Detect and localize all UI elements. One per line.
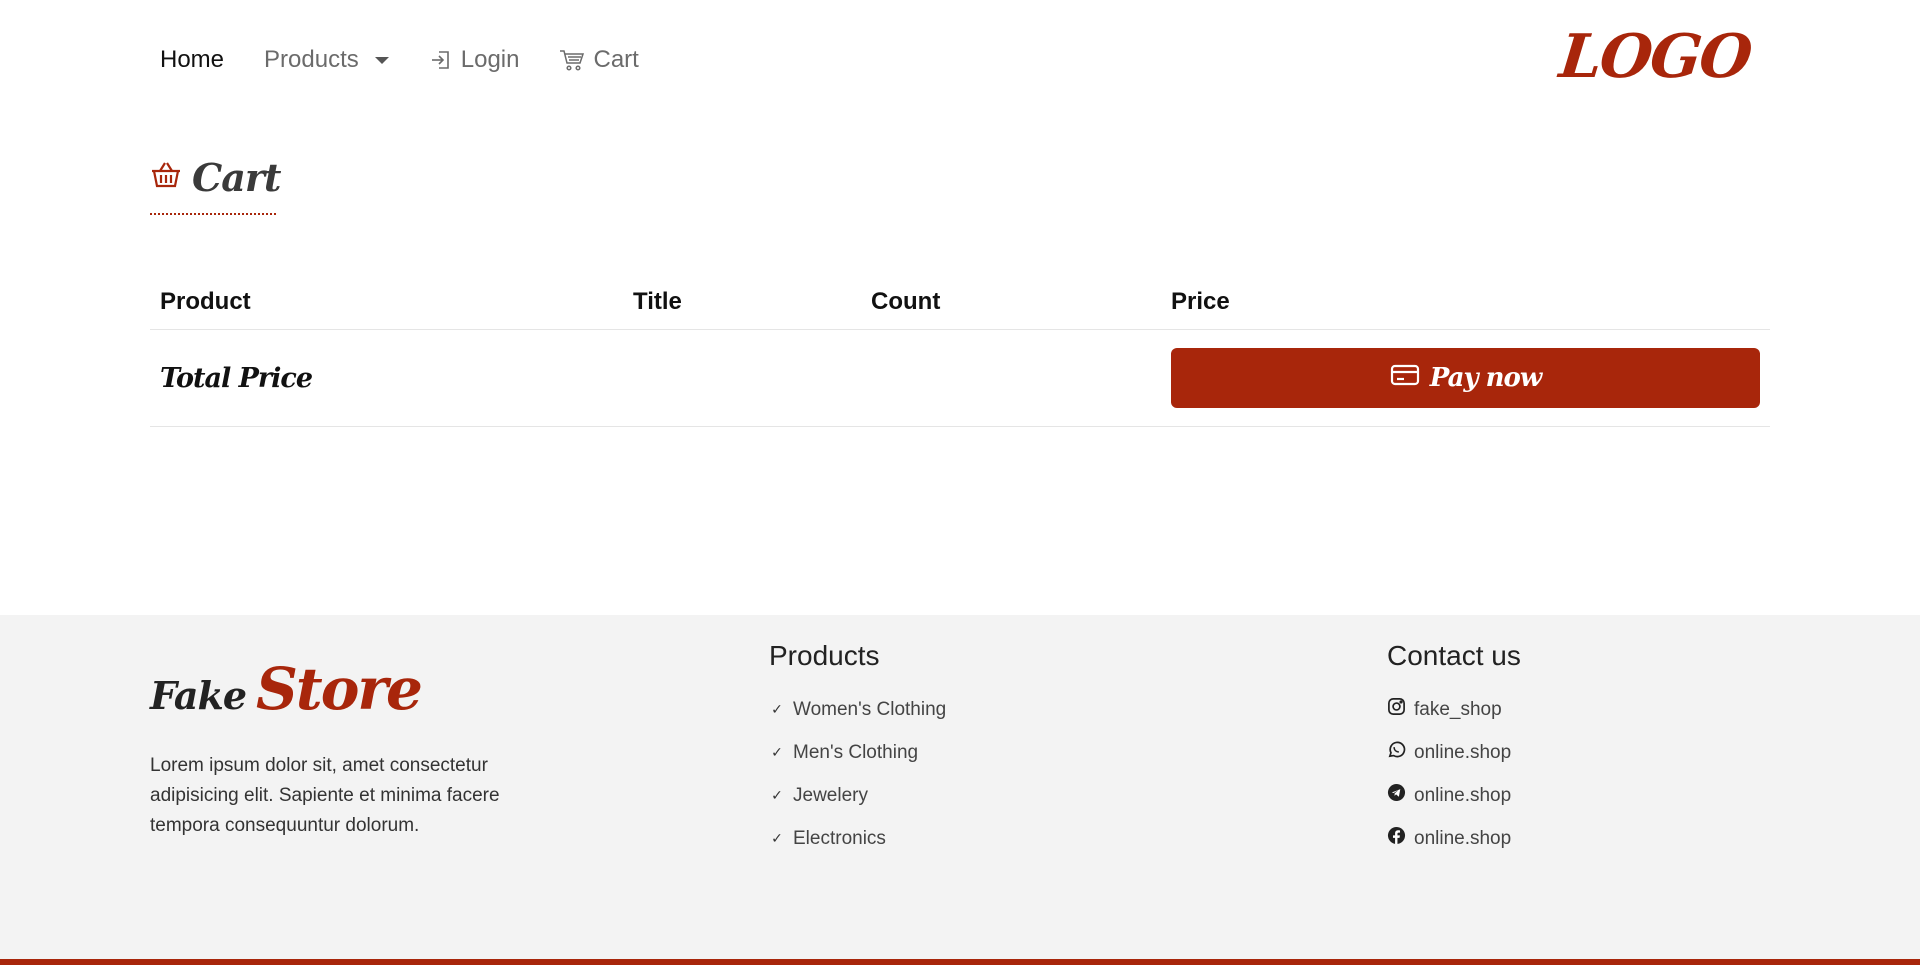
login-icon: [429, 48, 453, 72]
nav-home-link[interactable]: Home: [160, 46, 224, 74]
nav-products-label: Products: [264, 46, 359, 73]
nav-cart-link[interactable]: Cart: [559, 46, 639, 74]
contact-facebook[interactable]: online.shop: [1387, 817, 1521, 860]
shopping-cart-icon: [559, 48, 585, 72]
contact-telegram[interactable]: online.shop: [1387, 774, 1521, 817]
heading-underline: [150, 213, 276, 215]
logo[interactable]: LOGO: [1556, 22, 1753, 92]
footer-product-link[interactable]: ✓ Electronics: [769, 817, 946, 860]
header-price: Price: [1171, 288, 1230, 315]
telegram-icon: [1387, 783, 1406, 808]
check-icon: ✓: [771, 830, 783, 846]
footer-description: Lorem ipsum dolor sit, amet consectetur …: [150, 755, 500, 836]
check-icon: ✓: [771, 701, 783, 717]
contact-whatsapp[interactable]: online.shop: [1387, 731, 1521, 774]
footer-brand: Fake Store: [150, 655, 423, 723]
footer-product-label: Men's Clothing: [793, 741, 919, 763]
chevron-down-icon: [374, 56, 389, 64]
header-count: Count: [871, 288, 941, 315]
footer-product-label: Jewelery: [793, 784, 868, 806]
nav-products-dropdown[interactable]: Products: [264, 46, 389, 74]
footer-product-link[interactable]: ✓ Jewelery: [769, 774, 946, 817]
navbar: Home Products Login Cart LOGO: [150, 0, 1770, 120]
footer-product-link[interactable]: ✓ Men's Clothing: [769, 731, 946, 774]
pay-now-label: Pay now: [1429, 363, 1542, 393]
page-title: Cart: [192, 155, 281, 200]
footer-products-column: Products ✓ Women's Clothing ✓ Men's Clot…: [769, 640, 946, 860]
footer-contact-column: Contact us fake_shop online.shop online.…: [1387, 640, 1521, 860]
nav-links: Home Products Login Cart: [160, 46, 639, 74]
nav-login-label: Login: [460, 46, 520, 73]
footer-products-list: ✓ Women's Clothing ✓ Men's Clothing ✓ Je…: [769, 688, 946, 860]
footer-product-link[interactable]: ✓ Women's Clothing: [769, 688, 946, 731]
total-price-label: Total Price: [160, 362, 313, 394]
check-icon: ✓: [771, 744, 783, 760]
footer-contact-list: fake_shop online.shop online.shop online…: [1387, 688, 1521, 860]
contact-text: fake_shop: [1414, 698, 1502, 720]
cart-table: Product Title Count Price Total Price Pa…: [150, 275, 1770, 427]
instagram-icon: [1387, 697, 1406, 722]
whatsapp-icon: [1387, 740, 1406, 765]
contact-instagram[interactable]: fake_shop: [1387, 688, 1521, 731]
footer-accent-bar: [0, 959, 1920, 965]
cart-heading: Cart: [150, 155, 281, 200]
footer: Fake Store Lorem ipsum dolor sit, amet c…: [0, 615, 1920, 965]
nav-login-link[interactable]: Login: [429, 46, 520, 74]
pay-cell: Pay now: [1161, 348, 1770, 408]
contact-text: online.shop: [1414, 827, 1512, 849]
table-header-row: Product Title Count Price: [150, 275, 1770, 330]
check-icon: ✓: [771, 787, 783, 803]
credit-card-icon: [1390, 363, 1420, 394]
pay-now-button[interactable]: Pay now: [1171, 348, 1760, 408]
header-product: Product: [160, 288, 251, 315]
total-row: Total Price Pay now: [150, 330, 1770, 427]
header-title: Title: [633, 288, 682, 315]
contact-text: online.shop: [1414, 741, 1512, 763]
footer-product-label: Women's Clothing: [793, 698, 947, 720]
brand-store: Store: [256, 655, 423, 723]
page: Home Products Login Cart LOGO Cart Produ…: [0, 0, 1920, 965]
footer-product-label: Electronics: [793, 827, 886, 849]
facebook-icon: [1387, 826, 1406, 851]
contact-text: online.shop: [1414, 784, 1512, 806]
basket-icon: [150, 161, 182, 194]
footer-products-heading: Products: [769, 640, 880, 671]
nav-home-label: Home: [160, 46, 225, 73]
brand-fake: Fake: [150, 673, 247, 718]
footer-contact-heading: Contact us: [1387, 640, 1521, 671]
nav-cart-label: Cart: [593, 46, 639, 73]
